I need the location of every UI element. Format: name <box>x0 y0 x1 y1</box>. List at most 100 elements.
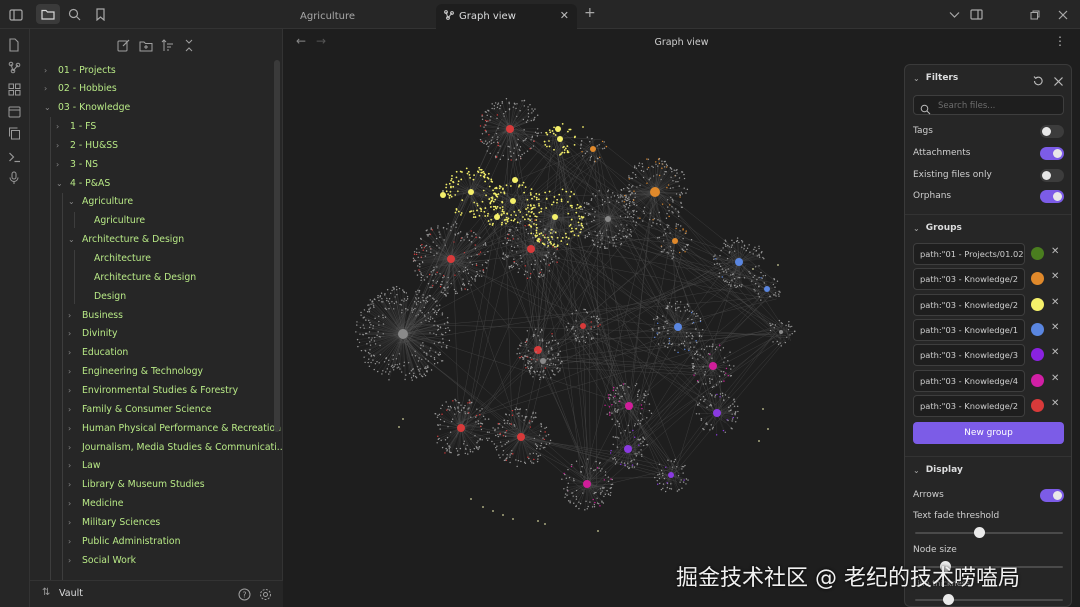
remove-group-icon[interactable]: ✕ <box>1051 398 1059 409</box>
tree-item[interactable]: Architecture & Design <box>80 268 196 286</box>
explorer-scrollbar[interactable] <box>274 60 280 432</box>
tree-item[interactable]: › Family & Consumer Science <box>68 400 211 418</box>
svg-text:?: ? <box>242 591 246 600</box>
attachments-toggle[interactable] <box>1040 147 1064 160</box>
copy-icon[interactable] <box>8 125 22 140</box>
reset-icon[interactable] <box>1032 72 1044 91</box>
tab-graph-view[interactable]: Graph view ✕ <box>436 4 577 29</box>
tree-item[interactable]: › Journalism, Media Studies & Communicati… <box>68 438 286 456</box>
tree-item[interactable]: › Engineering & Technology <box>68 363 203 381</box>
remove-group-icon[interactable]: ✕ <box>1051 347 1059 358</box>
tree-item[interactable]: › Public Administration <box>68 532 181 550</box>
tree-item[interactable]: › 01 - Projects <box>44 61 116 79</box>
tree-item[interactable]: › Law <box>68 457 100 475</box>
tree-item[interactable]: › 02 - Hobbies <box>44 80 117 98</box>
remove-group-icon[interactable]: ✕ <box>1051 322 1059 333</box>
restore-icon[interactable] <box>1026 6 1043 23</box>
new-folder-icon[interactable] <box>139 37 153 52</box>
close-panel-icon[interactable] <box>1053 72 1064 91</box>
graph-icon[interactable] <box>8 59 22 74</box>
settings-gear-icon[interactable] <box>259 586 272 605</box>
tree-item[interactable]: › Divinity <box>68 325 117 343</box>
search-files-input[interactable]: Search files... <box>913 95 1064 115</box>
chevron-down-icon[interactable] <box>946 6 963 23</box>
slider-knob[interactable] <box>942 594 954 605</box>
line-thickness-slider[interactable] <box>915 594 1063 605</box>
tree-item[interactable]: › 3 - NS <box>56 155 98 173</box>
tree-item[interactable]: Design <box>80 287 126 305</box>
sort-icon[interactable] <box>161 37 175 51</box>
tree-item[interactable]: › 1 - FS <box>56 118 96 136</box>
group-color-swatch[interactable] <box>1031 272 1044 286</box>
group-query-input[interactable]: path:"03 - Knowledge/2 <box>913 268 1025 291</box>
close-tab-icon[interactable]: ✕ <box>560 9 569 22</box>
group-color-swatch[interactable] <box>1031 373 1044 387</box>
sidebar-toggle-icon[interactable] <box>7 6 24 23</box>
microphone-icon[interactable] <box>8 170 22 184</box>
tree-item[interactable]: › Business <box>68 306 123 324</box>
tree-item[interactable]: › Social Work <box>68 551 136 569</box>
text-fade-slider[interactable] <box>915 527 1063 538</box>
close-icon[interactable] <box>1054 6 1071 23</box>
chevron-right-icon: › <box>68 329 72 339</box>
group-color-swatch[interactable] <box>1031 398 1044 412</box>
arrows-toggle[interactable] <box>1040 489 1064 502</box>
group-query-input[interactable]: path:"03 - Knowledge/3 <box>913 344 1025 367</box>
tree-item[interactable]: ⌄ 4 - P&AS <box>56 174 110 192</box>
help-icon[interactable]: ? <box>238 586 251 605</box>
new-tab-icon[interactable]: + <box>584 5 596 21</box>
group-color-swatch[interactable] <box>1031 322 1044 336</box>
chevron-right-icon: › <box>68 517 72 527</box>
collapse-icon[interactable] <box>183 37 197 52</box>
tree-item[interactable]: › Military Sciences <box>68 513 160 531</box>
tree-item-label: Social Work <box>82 554 137 566</box>
group-query-input[interactable]: path:"03 - Knowledge/4 <box>913 369 1025 392</box>
group-row: path:"01 - Projects/01.02 ✕ <box>913 243 1065 265</box>
tags-toggle[interactable] <box>1040 125 1064 138</box>
tree-item[interactable]: Agriculture <box>80 212 145 230</box>
orphans-toggle[interactable] <box>1040 190 1064 203</box>
tab-agriculture[interactable]: Agriculture <box>300 4 430 29</box>
group-query-input[interactable]: path:"03 - Knowledge/2 <box>913 293 1025 316</box>
tree-item-label: Military Sciences <box>82 516 161 528</box>
tree-item[interactable]: › Environmental Studies & Forestry <box>68 381 238 399</box>
attachments-label: Attachments <box>913 148 971 158</box>
remove-group-icon[interactable]: ✕ <box>1051 271 1059 282</box>
tree-item[interactable]: Architecture <box>80 250 151 268</box>
new-note-icon[interactable] <box>117 37 131 52</box>
search-icon[interactable] <box>66 6 83 23</box>
tree-item[interactable]: ⌄ Architecture & Design <box>68 231 184 249</box>
tree-item[interactable]: › 2 - HU&SS <box>56 136 118 154</box>
display-header[interactable]: ⌄ Display <box>913 465 963 475</box>
more-options-icon[interactable]: ⋮ <box>1054 34 1066 48</box>
groups-header[interactable]: ⌄ Groups <box>913 223 962 233</box>
vault-name[interactable]: Vault <box>59 588 83 599</box>
group-color-swatch[interactable] <box>1031 297 1044 311</box>
filters-header[interactable]: ⌄ Filters <box>913 73 958 83</box>
group-query-input[interactable]: path:"03 - Knowledge/2 <box>913 394 1025 417</box>
remove-group-icon[interactable]: ✕ <box>1051 373 1059 384</box>
new-group-button[interactable]: New group <box>913 422 1064 444</box>
tree-item[interactable]: ⌄ 03 - Knowledge <box>44 99 130 117</box>
tree-item[interactable]: › Human Physical Performance & Recreation <box>68 419 281 437</box>
existing-files-toggle[interactable] <box>1040 169 1064 182</box>
tree-item[interactable]: › Medicine <box>68 495 124 513</box>
group-query-input[interactable]: path:"03 - Knowledge/1 <box>913 318 1025 341</box>
vault-switch-icon[interactable]: ⇅ <box>42 587 50 598</box>
file-icon[interactable] <box>8 37 22 52</box>
tree-item[interactable]: › Library & Museum Studies <box>68 476 205 494</box>
blocks-icon[interactable] <box>8 81 22 96</box>
tree-item[interactable]: › Education <box>68 344 128 362</box>
group-query-input[interactable]: path:"01 - Projects/01.02 <box>913 243 1025 265</box>
slider-knob[interactable] <box>973 527 985 538</box>
tree-item[interactable]: ⌄ Agriculture <box>68 193 133 211</box>
group-color-swatch[interactable] <box>1031 348 1044 362</box>
terminal-icon[interactable] <box>8 148 22 163</box>
remove-group-icon[interactable]: ✕ <box>1051 246 1059 257</box>
calendar-icon[interactable] <box>8 103 22 118</box>
layout-icon[interactable] <box>968 6 985 23</box>
folder-icon[interactable] <box>36 4 60 24</box>
remove-group-icon[interactable]: ✕ <box>1051 297 1059 308</box>
group-color-swatch[interactable] <box>1031 247 1044 260</box>
bookmark-icon[interactable] <box>92 6 109 23</box>
